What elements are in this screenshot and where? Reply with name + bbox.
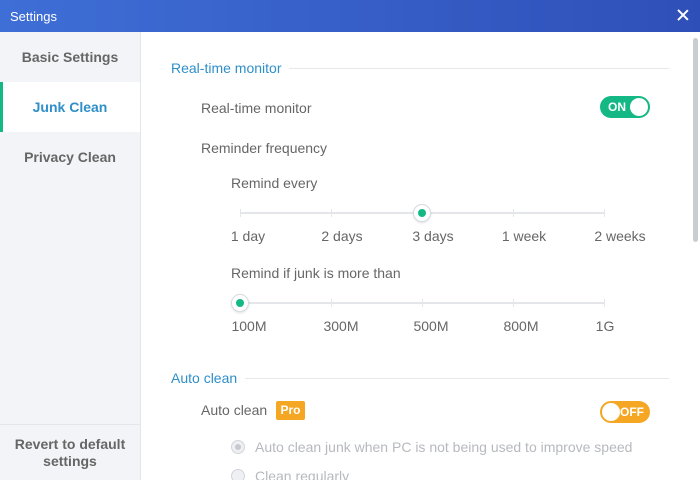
vertical-scrollbar[interactable]	[691, 34, 699, 474]
threshold-option-100m[interactable]: 100M	[231, 318, 266, 334]
slider-tick	[604, 299, 605, 307]
threshold-option-500m[interactable]: 500M	[413, 318, 448, 334]
slider-tick	[513, 209, 514, 217]
sidebar-item-basic-settings[interactable]: Basic Settings	[0, 32, 140, 82]
clean-regularly-label: Clean regularly	[255, 468, 350, 480]
threshold-option-800m[interactable]: 800M	[503, 318, 538, 334]
pro-badge: Pro	[276, 401, 305, 420]
auto-clean-label: Auto clean	[201, 402, 268, 418]
slider-tick	[331, 299, 332, 307]
auto-clean-idle-label: Auto clean junk when PC is not being use…	[255, 439, 633, 455]
toggle-knob	[602, 403, 620, 421]
realtime-monitor-toggle[interactable]: ON	[600, 96, 650, 118]
remind-option-1-week[interactable]: 1 week	[502, 228, 546, 244]
toggle-text: ON	[608, 100, 626, 114]
sidebar-item-junk-clean[interactable]: Junk Clean	[0, 82, 140, 132]
junk-threshold-slider[interactable]	[231, 293, 605, 313]
settings-content: Real-time monitor Real-time monitor ON R…	[141, 32, 700, 480]
remind-option-2-weeks[interactable]: 2 weeks	[594, 228, 645, 244]
window-title: Settings	[10, 8, 57, 24]
threshold-option-300m[interactable]: 300M	[323, 318, 358, 334]
reminder-frequency-label: Reminder frequency	[201, 140, 328, 156]
slider-thumb[interactable]	[413, 204, 431, 222]
remind-option-3-days[interactable]: 3 days	[412, 228, 453, 244]
slider-tick	[422, 299, 423, 307]
scrollbar-thumb[interactable]	[693, 38, 698, 242]
slider-tick	[604, 209, 605, 217]
sidebar: Basic Settings Junk Clean Privacy Clean …	[0, 32, 141, 480]
slider-tick	[513, 299, 514, 307]
slider-tick	[331, 209, 332, 217]
remind-every-label: Remind every	[231, 175, 318, 191]
remind-option-1-day[interactable]: 1 day	[231, 228, 265, 244]
section-title-realtime: Real-time monitor	[171, 60, 282, 76]
section-divider	[289, 68, 669, 69]
remind-option-2-days[interactable]: 2 days	[321, 228, 362, 244]
revert-to-default-button[interactable]: Revert to default settings	[0, 424, 140, 480]
junk-threshold-label: Remind if junk is more than	[231, 265, 401, 281]
auto-clean-idle-radio[interactable]	[231, 440, 245, 454]
auto-clean-toggle[interactable]: OFF	[600, 401, 650, 423]
slider-thumb[interactable]	[231, 294, 249, 312]
toggle-text: OFF	[620, 405, 644, 419]
section-title-autoclean: Auto clean	[171, 370, 238, 386]
close-icon[interactable]	[674, 6, 692, 24]
realtime-monitor-label: Real-time monitor	[201, 100, 312, 116]
title-bar: Settings	[0, 0, 700, 32]
sidebar-item-label: Basic Settings	[21, 49, 119, 65]
toggle-knob	[630, 98, 648, 116]
section-divider	[245, 378, 669, 379]
sidebar-item-privacy-clean[interactable]: Privacy Clean	[0, 132, 140, 182]
slider-tick	[240, 209, 241, 217]
sidebar-item-label: Privacy Clean	[24, 149, 116, 165]
remind-every-slider[interactable]	[240, 203, 605, 223]
revert-label: Revert to default settings	[14, 435, 126, 469]
threshold-option-1g[interactable]: 1G	[596, 318, 615, 334]
sidebar-item-label: Junk Clean	[32, 99, 108, 115]
clean-regularly-radio[interactable]	[231, 469, 245, 480]
